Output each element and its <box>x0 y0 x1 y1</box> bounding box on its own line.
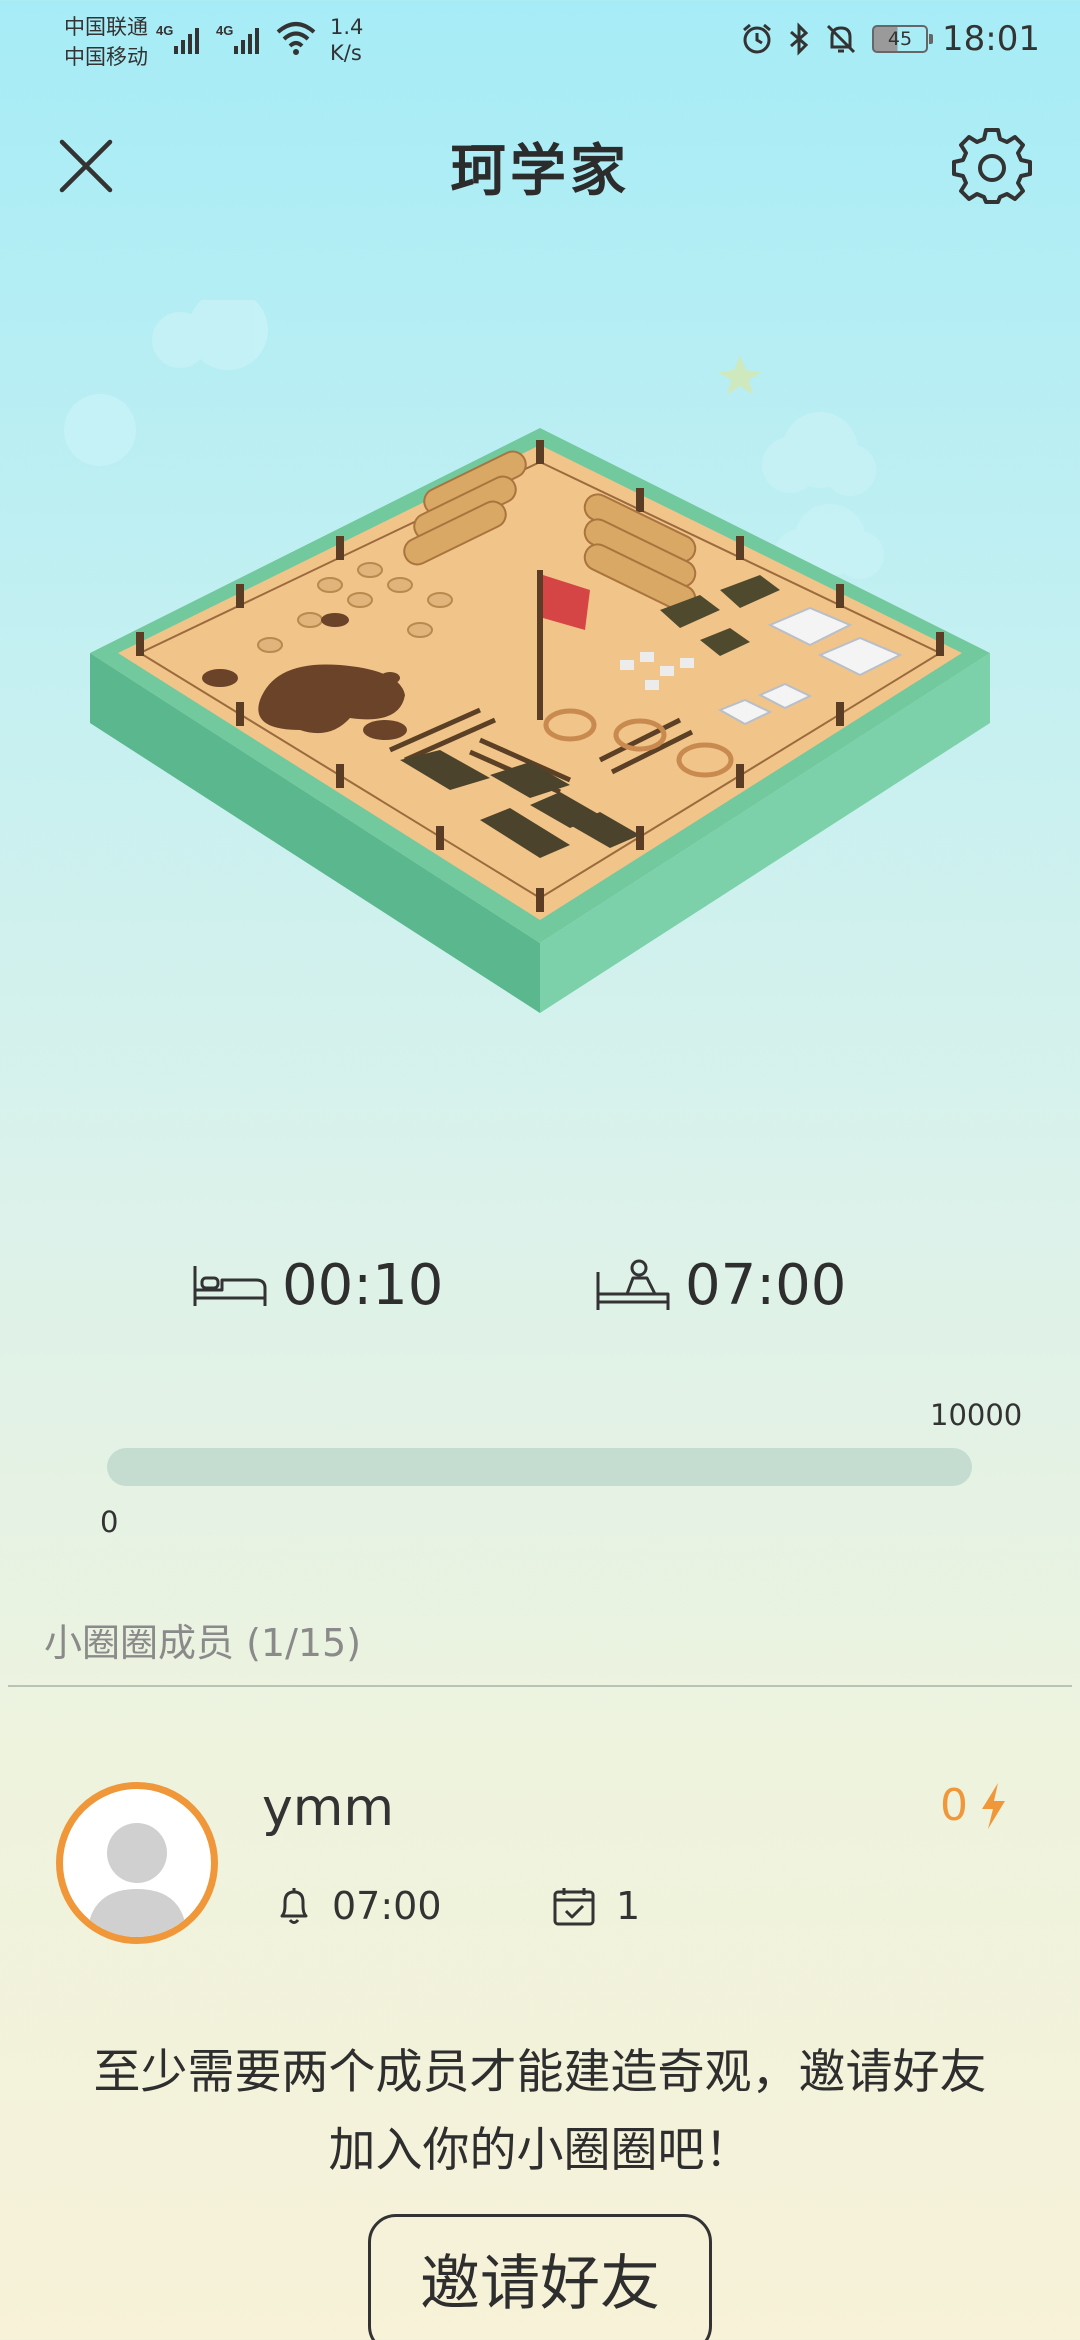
status-time: 18:01 <box>942 19 1040 59</box>
network-speed: 1.4 K/s <box>330 14 363 66</box>
energy-count: 0 <box>940 1780 968 1831</box>
net-speed-unit: K/s <box>330 41 362 65</box>
status-right: 45 18:01 <box>740 16 1040 62</box>
bed-time[interactable]: 00:10 <box>192 1245 443 1325</box>
member-alarm: 07:00 <box>276 1884 442 1928</box>
carrier-2: 中国移动 <box>64 45 148 69</box>
page-title: 珂学家 <box>450 139 630 204</box>
wake-time-value: 07:00 <box>685 1252 847 1318</box>
invite-message-line-1: 至少需要两个成员才能建造奇观，邀请好友 <box>93 2045 987 2100</box>
construction-site-illustration <box>64 300 990 1013</box>
alarm-time: 07:00 <box>332 1884 442 1928</box>
bell-icon <box>280 1888 308 1924</box>
lightning-icon <box>982 1782 1005 1829</box>
progress-min-label: 0 <box>100 1505 119 1539</box>
invite-message: 至少需要两个成员才能建造奇观，邀请好友 加入你的小圈圈吧！ <box>40 2034 1040 2190</box>
calendar-check-icon <box>553 1888 595 1926</box>
member-name: ymm <box>262 1778 395 1838</box>
net-type-1: 4G <box>156 23 173 38</box>
invite-message-line-2: 加入你的小圈圈吧！ <box>328 2123 752 2178</box>
carrier-names: 中国联通 中国移动 <box>64 12 148 72</box>
status-bar: 中国联通 中国移动 4G 4G 1.4 K/s 45 18:01 <box>0 0 1080 80</box>
progress-max-label: 10000 <box>930 1398 1023 1432</box>
wifi-icon <box>276 22 316 55</box>
bed-icon <box>193 1266 267 1306</box>
bluetooth-icon <box>790 22 809 56</box>
net-type-2: 4G <box>216 23 233 38</box>
alarm-clock-icon <box>743 23 771 54</box>
wake-time[interactable]: 07:00 <box>595 1245 846 1325</box>
battery-icon: 45 <box>872 25 934 53</box>
mute-icon <box>826 24 856 54</box>
checkin-count: 1 <box>616 1884 641 1928</box>
member-checkin: 1 <box>552 1884 640 1928</box>
carrier-1: 中国联通 <box>64 15 148 39</box>
user-placeholder-icon <box>87 1823 187 1937</box>
wake-up-icon <box>596 1259 670 1310</box>
progress-bar <box>107 1448 972 1486</box>
net-speed-value: 1.4 <box>330 15 364 39</box>
gear-icon[interactable] <box>952 126 1032 206</box>
bed-time-value: 00:10 <box>282 1252 444 1318</box>
divider <box>8 1685 1072 1687</box>
avatar[interactable] <box>56 1782 218 1944</box>
invite-friends-button[interactable]: 邀请好友 <box>368 2214 712 2340</box>
member-energy: 0 <box>940 1780 1008 1831</box>
members-section-title: 小圈圈成员 (1/15) <box>44 1621 362 1665</box>
